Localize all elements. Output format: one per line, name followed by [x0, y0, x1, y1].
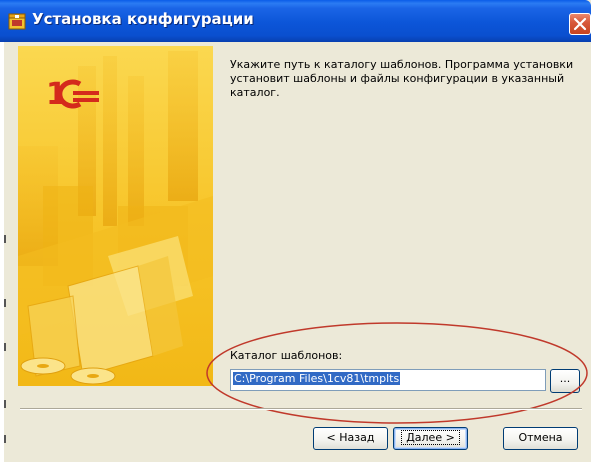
edge-mark [4, 343, 6, 351]
templates-dir-label: Каталог шаблонов: [230, 349, 343, 362]
edge-mark [4, 435, 6, 443]
templates-dir-value: C:\Program Files\1cv81\tmplts [233, 372, 401, 385]
next-button[interactable]: Далее > [393, 427, 468, 450]
title-bar[interactable]: Установка конфигурации [0, 0, 591, 42]
window-title: Установка конфигурации [32, 10, 254, 28]
templates-dir-input[interactable]: C:\Program Files\1cv81\tmplts [230, 369, 546, 391]
wizard-banner-image: 1 [18, 46, 213, 386]
browse-button[interactable]: ... [550, 369, 580, 393]
button-separator [20, 408, 582, 410]
setup-wizard-window: Установка конфигурации 1 Укажите путь к … [0, 0, 591, 462]
left-edge [0, 42, 4, 462]
instruction-text: Укажите путь к каталогу шаблонов. Програ… [230, 58, 574, 99]
close-icon [573, 17, 587, 31]
cancel-button[interactable]: Отмена [503, 427, 578, 450]
edge-mark [4, 299, 6, 307]
edge-mark [4, 400, 6, 408]
back-button[interactable]: < Назад [313, 427, 388, 450]
setup-box-icon [8, 12, 26, 30]
next-button-label: Далее > [401, 430, 460, 445]
close-button[interactable] [569, 13, 591, 35]
edge-mark [4, 235, 6, 243]
